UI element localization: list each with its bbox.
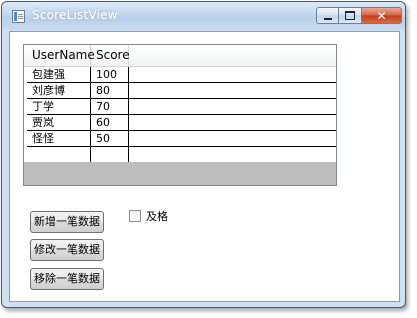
score-list-view[interactable]: UserName Score 包建强 100 刘彦博 80 丁学 70 贾岚 6…: [23, 44, 337, 186]
table-row[interactable]: 包建强 100: [24, 67, 336, 83]
cell-username: 丁学: [27, 99, 91, 115]
cell-filler: [129, 99, 336, 115]
cell-filler: [129, 115, 336, 131]
column-header-score[interactable]: Score: [91, 45, 130, 66]
cell-score: 100: [91, 67, 129, 83]
pass-checkbox[interactable]: [129, 210, 141, 222]
maximize-icon: [345, 11, 355, 20]
close-button[interactable]: ✕: [362, 7, 402, 24]
cell-score: [91, 147, 129, 163]
maximize-button[interactable]: [339, 7, 362, 24]
remove-record-button[interactable]: 移除一笔数据: [30, 268, 104, 290]
cell-filler: [129, 147, 336, 163]
minimize-icon: [323, 17, 332, 20]
add-record-button[interactable]: 新增一笔数据: [30, 211, 104, 233]
cell-score: 80: [91, 83, 129, 99]
table-row[interactable]: 刘彦博 80: [24, 83, 336, 99]
cell-username: 贾岚: [27, 115, 91, 131]
app-icon[interactable]: [12, 10, 25, 23]
main-window: ScoreListView ✕ UserName Score 包建强 100 刘…: [1, 1, 406, 308]
window-title: ScoreListView: [32, 8, 118, 22]
cell-filler: [129, 131, 336, 147]
cell-username: 刘彦博: [27, 83, 91, 99]
cell-filler: [129, 83, 336, 99]
table-row[interactable]: 贾岚 60: [24, 115, 336, 131]
cell-filler: [129, 67, 336, 83]
cell-score: 50: [91, 131, 129, 147]
column-header-username[interactable]: UserName: [27, 45, 95, 66]
cell-score: 70: [91, 99, 129, 115]
table-row[interactable]: [24, 147, 336, 163]
cell-score: 60: [91, 115, 129, 131]
cell-username: 包建强: [27, 67, 91, 83]
client-area: UserName Score 包建强 100 刘彦博 80 丁学 70 贾岚 6…: [9, 31, 400, 302]
edit-record-button[interactable]: 修改一笔数据: [30, 239, 104, 261]
table-row[interactable]: 怪怪 50: [24, 131, 336, 147]
list-header: UserName Score: [24, 45, 336, 67]
title-bar[interactable]: ScoreListView ✕: [2, 2, 405, 30]
list-empty-area: [24, 162, 336, 185]
close-icon: ✕: [376, 8, 387, 23]
minimize-button[interactable]: [316, 7, 339, 24]
cell-username: [27, 147, 91, 163]
cell-username: 怪怪: [27, 131, 91, 147]
table-row[interactable]: 丁学 70: [24, 99, 336, 115]
pass-checkbox-label[interactable]: 及格: [146, 208, 168, 224]
